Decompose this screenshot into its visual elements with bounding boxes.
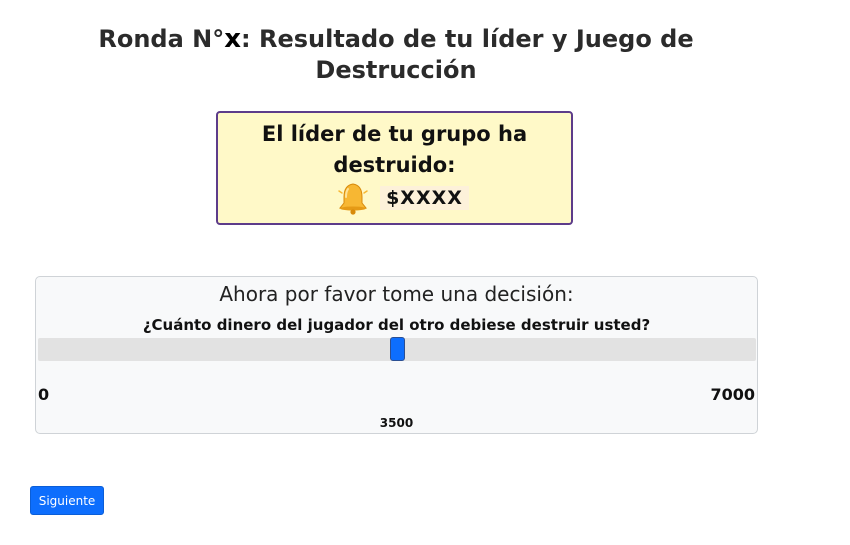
slider-current-value: 3500 (379, 416, 414, 430)
round-number: x (224, 24, 242, 54)
page-title-suffix: : Resultado de tu líder y Juego de Destr… (241, 25, 694, 84)
decision-question: ¿Cuánto dinero del jugador del otro debi… (142, 316, 651, 334)
leader-result-value-row: $XXXX (234, 181, 571, 215)
bell-icon (336, 181, 370, 215)
slider-thumb[interactable] (389, 337, 405, 361)
next-button[interactable]: Siguiente (30, 486, 104, 515)
page-title: Ronda N°x: Resultado de tu líder y Juego… (60, 24, 732, 86)
decision-card: Ahora por favor tome una decisión: ¿Cuán… (35, 276, 758, 434)
page: Ronda N°x: Resultado de tu líder y Juego… (0, 0, 850, 545)
destroyed-amount: $XXXX (380, 186, 469, 210)
page-title-prefix: Ronda N° (98, 25, 225, 53)
leader-result-box: El líder de tu grupo ha destruido: $XXXX (216, 111, 573, 225)
slider-min-label: 0 (38, 385, 50, 404)
slider-max-label: 7000 (710, 385, 755, 404)
decision-heading: Ahora por favor tome una decisión: (219, 282, 574, 306)
leader-result-text: El líder de tu grupo ha destruido: (261, 122, 528, 177)
